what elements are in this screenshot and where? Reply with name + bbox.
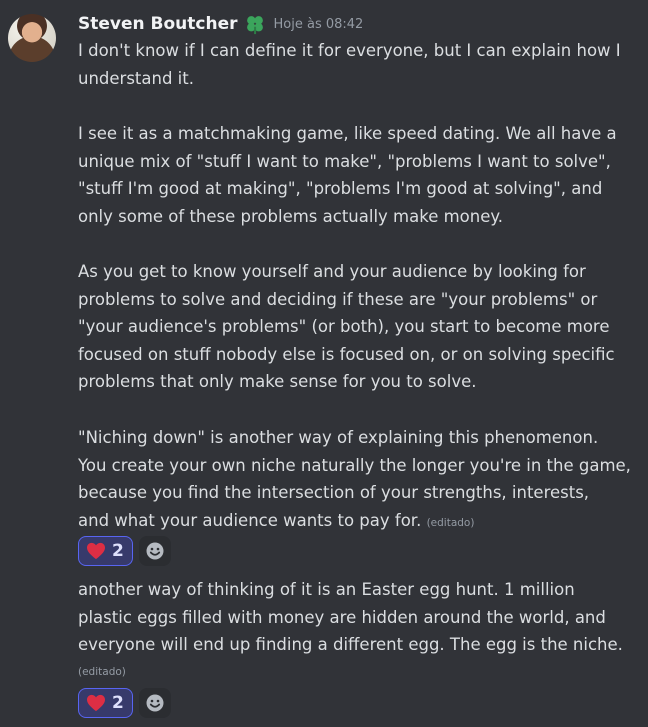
message-paragraph-2: I see it as a matchmaking game, like spe… (78, 124, 617, 226)
reaction-count: 2 (112, 693, 124, 713)
heart-icon (87, 542, 105, 560)
avatar[interactable] (8, 14, 56, 62)
smiley-icon (146, 694, 164, 712)
message-paragraph-4: "Niching down" is another way of explain… (78, 424, 633, 537)
message-header: Steven Boutcher Hoje às 08:42 (78, 10, 363, 38)
reply-reaction-bar: 2 (78, 688, 171, 718)
reply-text: another way of thinking of it is an East… (78, 580, 623, 654)
message-paragraph-4-text: "Niching down" is another way of explain… (78, 428, 631, 530)
reaction-bar: 2 (78, 536, 171, 566)
reply-add-reaction-button[interactable] (138, 688, 171, 718)
add-reaction-button[interactable] (138, 536, 171, 566)
reaction-count: 2 (112, 541, 124, 561)
heart-icon (87, 694, 105, 712)
reply-heart-reaction-button[interactable]: 2 (78, 688, 133, 718)
username[interactable]: Steven Boutcher (78, 14, 238, 34)
message-timestamp: Hoje às 08:42 (273, 16, 364, 32)
message-paragraph-3: As you get to know yourself and your aud… (78, 262, 615, 391)
heart-reaction-button[interactable]: 2 (78, 536, 133, 566)
reply-edited-label: (editado) (78, 666, 126, 678)
message-paragraph-1: I don't know if I can define it for ever… (78, 41, 621, 88)
smiley-icon (146, 542, 164, 560)
clover-badge-icon[interactable] (244, 13, 266, 35)
edited-label: (editado) (426, 516, 475, 529)
